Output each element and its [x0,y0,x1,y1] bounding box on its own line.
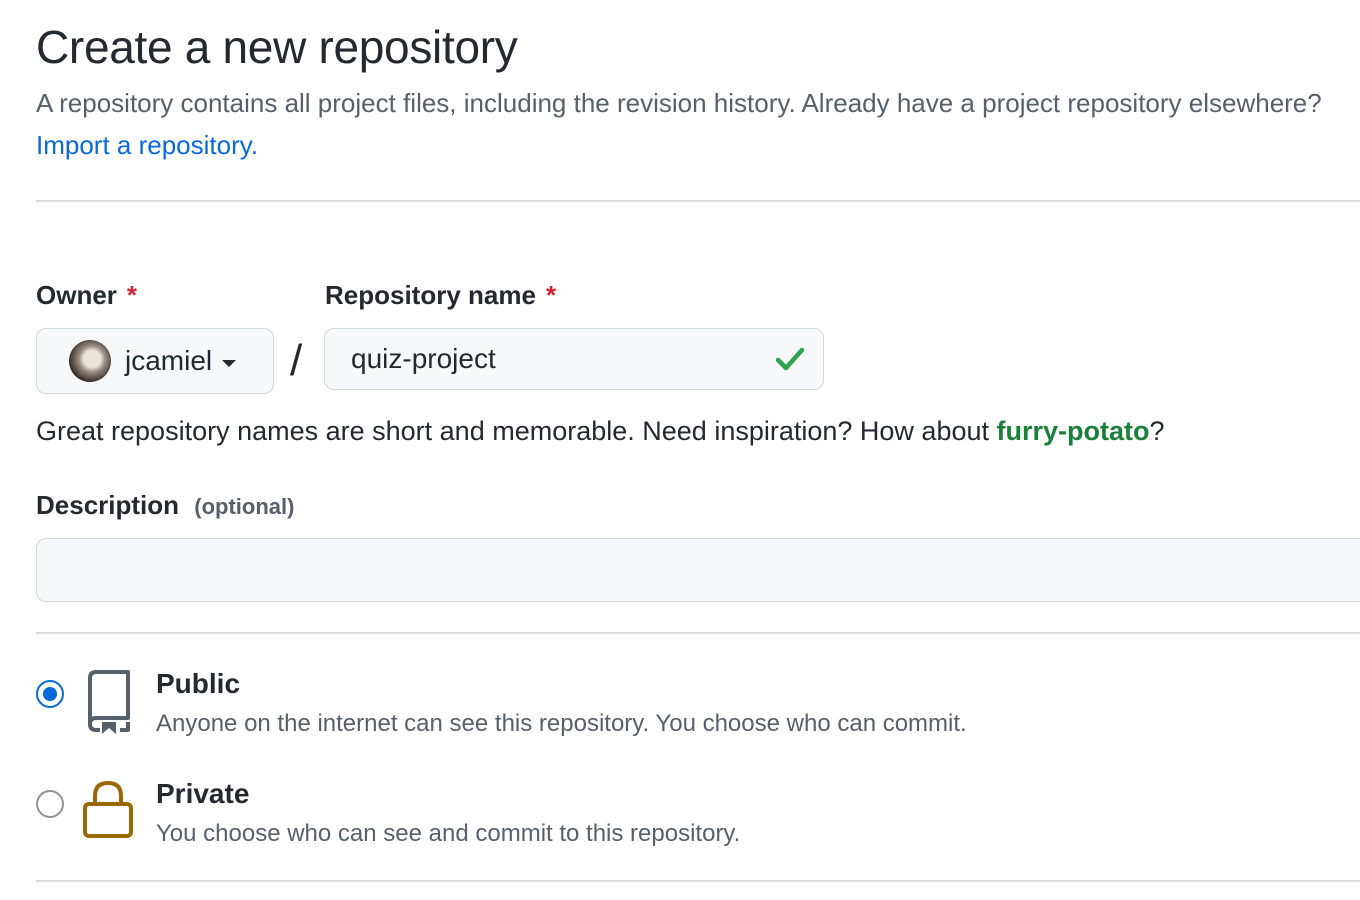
repository-name-label: Repository name * [325,280,556,311]
visibility-option-public[interactable]: Public Anyone on the internet can see th… [36,666,1336,746]
lock-icon [83,780,133,838]
check-icon [775,347,805,371]
hint-question-mark: ? [1149,416,1165,446]
avatar [69,340,111,382]
owner-label-text: Owner [36,280,117,310]
name-suggestion-link[interactable]: furry-potato [997,416,1150,446]
repository-name-input[interactable]: quiz-project [324,328,824,390]
owner-name: jcamiel [125,345,213,376]
description-optional-label: (optional) [194,494,295,519]
description-label: Description (optional) [36,490,294,521]
repository-name-hint: Great repository names are short and mem… [36,416,1165,447]
repository-name-required-mark: * [545,280,557,310]
description-label-text: Description [36,490,180,520]
owner-label: Owner * [36,280,137,311]
import-repository-link[interactable]: Import a repository. [36,130,258,160]
chevron-down-icon [222,359,237,367]
repo-icon [88,670,130,734]
page-title: Create a new repository [36,21,518,73]
subtitle-text: A repository contains all project files,… [36,88,1322,118]
owner-dropdown-button[interactable]: jcamiel [36,328,274,394]
private-radio[interactable] [36,790,64,818]
repository-name-value[interactable]: quiz-project [351,343,773,375]
private-description: You choose who can see and commit to thi… [156,820,741,847]
visibility-divider [36,880,1360,882]
description-divider [36,632,1360,634]
public-description: Anyone on the internet can see this repo… [156,710,967,737]
owner-repo-separator: / [290,336,303,385]
public-radio[interactable] [36,680,64,708]
hint-text: Great repository names are short and mem… [36,416,989,446]
public-title: Public [156,668,241,699]
owner-required-mark: * [126,280,138,310]
header-divider [36,200,1360,202]
visibility-option-private[interactable]: Private You choose who can see and commi… [36,776,1336,856]
private-title: Private [156,778,250,809]
repository-name-label-text: Repository name [325,280,536,310]
create-repository-page: Create a new repository A repository con… [0,0,1360,900]
page-subtitle: A repository contains all project files,… [36,82,1346,166]
description-input[interactable] [36,538,1360,602]
